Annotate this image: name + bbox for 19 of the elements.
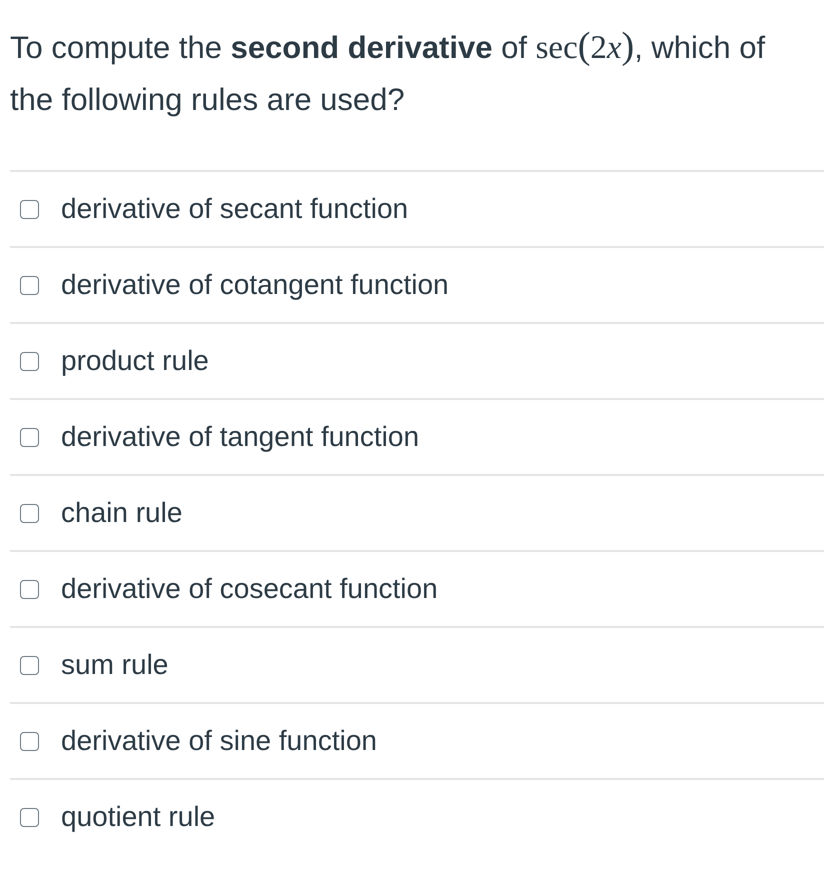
checkbox[interactable] xyxy=(20,504,39,522)
checkbox[interactable] xyxy=(20,808,39,826)
question-text: To compute the second derivative of sec(2x), which of the following rules are used? xyxy=(10,24,766,119)
checkbox[interactable] xyxy=(20,352,39,370)
option-label: derivative of cosecant function xyxy=(61,573,438,605)
checkbox[interactable] xyxy=(20,580,39,598)
option-label: derivative of sine function xyxy=(61,725,377,757)
option-label: derivative of cotangent function xyxy=(61,269,449,301)
option-label: derivative of tangent function xyxy=(61,421,420,453)
option-label: chain rule xyxy=(61,497,182,529)
checkbox[interactable] xyxy=(20,428,39,446)
option-label: product rule xyxy=(61,345,209,377)
option-label: sum rule xyxy=(61,649,168,681)
checkbox[interactable] xyxy=(20,200,39,218)
option-label: quotient rule xyxy=(61,801,216,833)
checkbox[interactable] xyxy=(20,732,39,750)
checkbox[interactable] xyxy=(20,656,39,674)
option-label: derivative of secant function xyxy=(61,193,408,225)
checkbox[interactable] xyxy=(20,276,39,294)
